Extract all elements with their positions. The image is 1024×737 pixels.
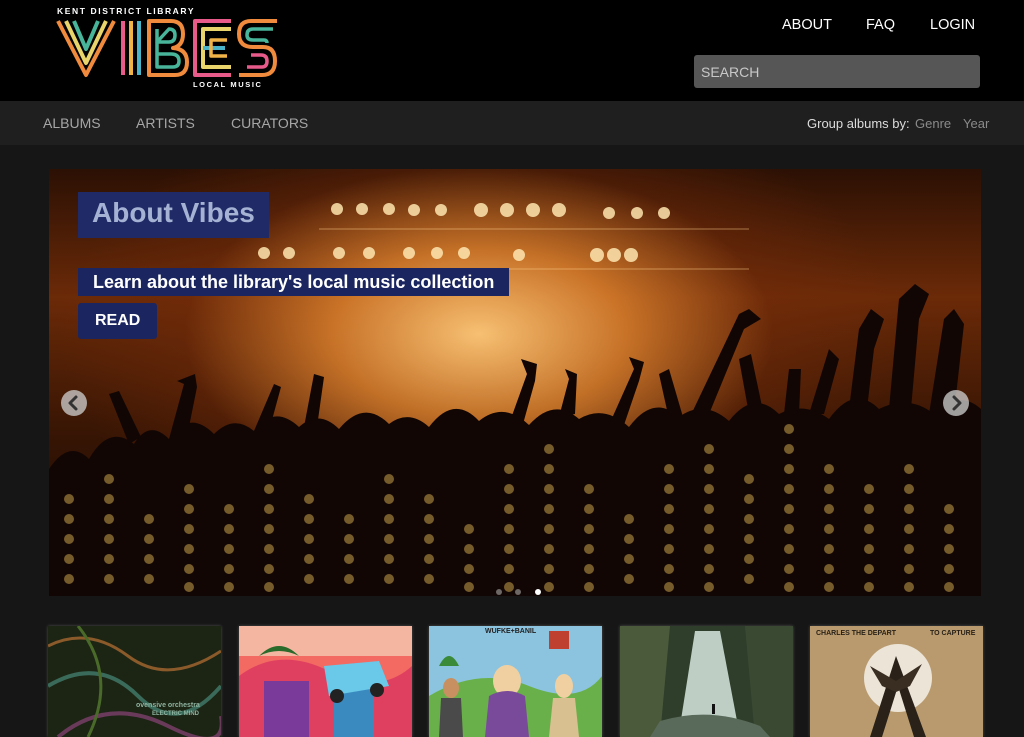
album-cover-3: [429, 626, 602, 737]
album-card-5[interactable]: CHARLES THE DEPART TO CAPTURE: [810, 626, 983, 737]
album-cover-5: [810, 626, 983, 737]
album-1-artist: ovensive orchestra: [136, 702, 200, 709]
group-by-genre-link[interactable]: Genre: [915, 116, 951, 131]
album-cover-4: [620, 626, 793, 737]
logo-bottom-text: LOCAL MUSIC: [193, 80, 263, 89]
chevron-left-icon: [68, 395, 78, 411]
nav-faq-link[interactable]: FAQ: [866, 17, 895, 33]
album-cover-2: [239, 626, 412, 737]
album-1-title: ELECTRIC MIND: [152, 711, 199, 717]
nav-artists-link[interactable]: ARTISTS: [136, 115, 195, 131]
nav-login-link[interactable]: LOGIN: [930, 17, 975, 33]
album-card-2[interactable]: [239, 626, 412, 737]
album-card-4[interactable]: [620, 626, 793, 737]
nav-about-link[interactable]: ABOUT: [782, 17, 832, 33]
carousel-indicators: [496, 582, 550, 595]
album-grid: ovensive orchestra ELECTRIC MIND WUFKE+B…: [48, 626, 983, 737]
vibes-logo[interactable]: KENT DISTRICT LIBRARY LOCAL MUSIC: [55, 6, 280, 92]
nav-albums-link[interactable]: ALBUMS: [43, 115, 101, 131]
site-header: KENT DISTRICT LIBRARY LOCAL MUSIC ABOUT …: [0, 0, 1024, 101]
chevron-right-icon: [952, 395, 962, 411]
album-cover-1: [48, 626, 221, 737]
nav-curators-link[interactable]: CURATORS: [231, 115, 308, 131]
carousel-prev-button[interactable]: [61, 390, 87, 416]
group-by-year-link[interactable]: Year: [963, 116, 989, 131]
group-albums-label: Group albums by:: [807, 116, 910, 131]
hero-title: About Vibes: [78, 192, 269, 238]
hero-carousel: About Vibes Learn about the library's lo…: [49, 169, 981, 596]
vibes-logo-graphic: [56, 19, 277, 77]
album-card-3[interactable]: WUFKE+BANIL: [429, 626, 602, 737]
carousel-next-button[interactable]: [943, 390, 969, 416]
album-5-artist: CHARLES THE DEPART: [816, 630, 896, 637]
search-input[interactable]: [694, 55, 980, 88]
carousel-dot-3[interactable]: [534, 589, 541, 595]
logo-top-text: KENT DISTRICT LIBRARY: [57, 6, 196, 16]
album-card-1[interactable]: ovensive orchestra ELECTRIC MIND: [48, 626, 221, 737]
carousel-dot-1[interactable]: [496, 589, 502, 595]
album-5-title: TO CAPTURE: [930, 630, 976, 637]
hero-subtitle: Learn about the library's local music co…: [78, 268, 510, 296]
album-3-artist: WUFKE+BANIL: [485, 628, 537, 635]
read-button[interactable]: READ: [78, 303, 158, 339]
